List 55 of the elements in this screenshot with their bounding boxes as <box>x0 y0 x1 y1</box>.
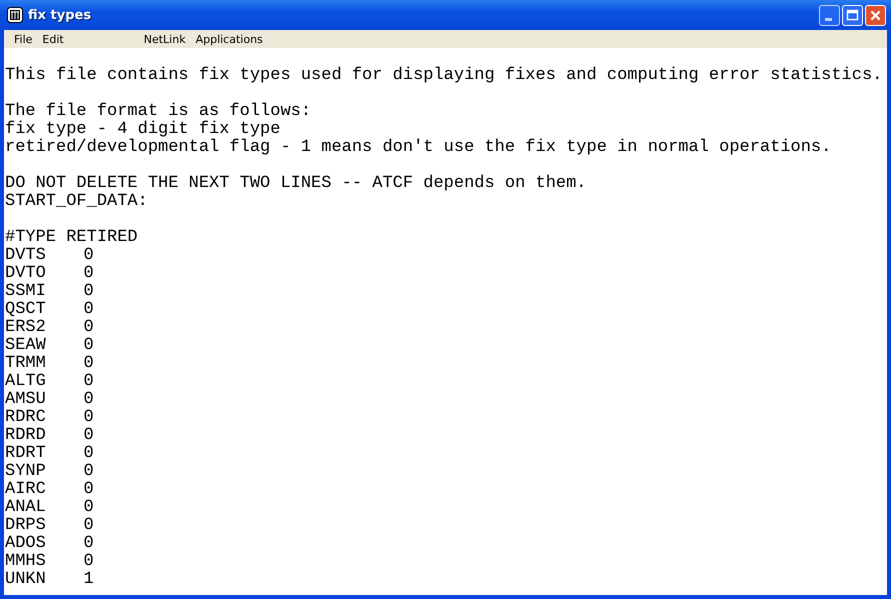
retired-value-text: 0 <box>84 246 94 265</box>
minimize-button[interactable] <box>819 4 840 26</box>
fix-type: AMSU <box>5 391 47 409</box>
retired-value-text: 0 <box>84 282 94 301</box>
menu-item[interactable]: Applications <box>190 32 268 46</box>
fix-type: ERS2 <box>5 319 47 337</box>
text-line: fix type - 4 digit fix type <box>5 120 280 139</box>
retired-value-text: 0 <box>84 408 94 427</box>
fix-type: RDRC <box>5 409 47 427</box>
retired-value-text: 0 <box>84 516 94 535</box>
fix-type: DVTO <box>5 265 47 283</box>
fix-type: TRMM <box>5 355 47 373</box>
fix-type: RDRT <box>5 445 47 463</box>
retired-value-text: 0 <box>84 498 94 517</box>
close-button[interactable] <box>865 4 886 26</box>
fix-type: QSCT <box>5 301 47 319</box>
fix-type: AIRC <box>5 481 47 499</box>
fix-type: ADOS <box>5 535 47 553</box>
fix-type: ALTG <box>5 373 47 391</box>
menu-item[interactable]: NetLink <box>138 32 191 46</box>
retired-value-text: 0 <box>84 372 94 391</box>
fix-type: MMHS <box>5 553 47 571</box>
retired-value-text: 0 <box>84 552 94 571</box>
fix-type: ANAL <box>5 499 47 517</box>
text-line: START_OF_DATA: <box>5 192 148 211</box>
app-icon <box>7 7 23 23</box>
retired-value-text: 0 <box>84 426 94 445</box>
window-title: fix types <box>28 8 92 22</box>
text-line: #TYPE RETIRED <box>5 228 138 247</box>
text-line: retired/developmental flag - 1 means don't use the fix type in normal operations. <box>5 138 832 157</box>
fix-type: SSMI <box>5 283 47 301</box>
fix-type: SYNP <box>5 463 47 481</box>
retired-value-text: 1 <box>84 570 94 589</box>
retired-value-text: 0 <box>84 390 94 409</box>
fix-type: DRPS <box>5 517 47 535</box>
retired-value-text: 0 <box>84 480 94 499</box>
retired-value-text: 0 <box>84 534 94 553</box>
fix-type: SEAW <box>5 337 47 355</box>
fix-type: RDRD <box>5 427 47 445</box>
text-line: This file contains fix types used for displaying fixes and computing error statistics. <box>5 66 882 85</box>
retired-value-text: 0 <box>84 444 94 463</box>
retired-value-text: 0 <box>84 462 94 481</box>
minimize-icon <box>825 18 832 20</box>
text-line: The file format is as follows: <box>5 102 312 121</box>
retired-value-text: 0 <box>84 264 94 283</box>
menu-item[interactable]: File <box>9 32 38 46</box>
retired-value-text: 0 <box>84 318 94 337</box>
retired-value-text: 0 <box>84 300 94 319</box>
maximize-button[interactable] <box>842 4 863 26</box>
retired-value-text: 0 <box>84 336 94 355</box>
menu-item[interactable]: Edit <box>37 32 69 46</box>
fix-type: UNKN <box>5 571 47 589</box>
retired-value-text: 0 <box>84 354 94 373</box>
text-line: DO NOT DELETE THE NEXT TWO LINES -- ATCF depends on them. <box>5 174 586 193</box>
fix-type: DVTS <box>5 247 47 265</box>
